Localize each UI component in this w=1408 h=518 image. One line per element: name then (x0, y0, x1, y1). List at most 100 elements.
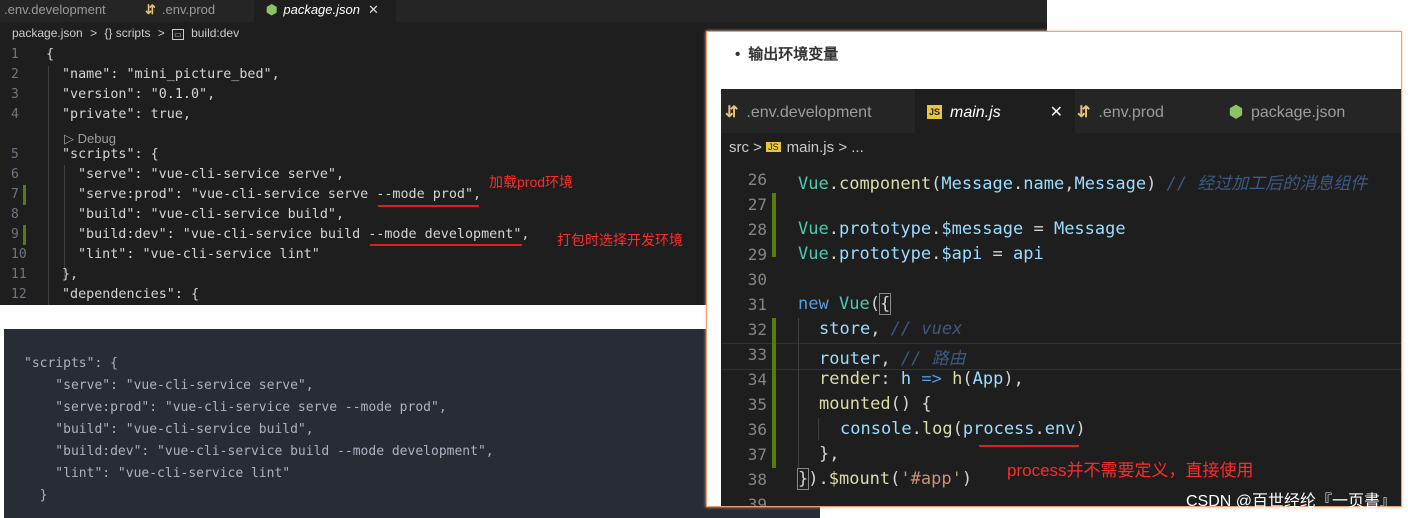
chevron-right-icon: > (753, 139, 762, 156)
editor-tab-bar: .env.development ⇵ .env.prod ⬢ package.jso… (0, 0, 1047, 22)
line-number: 7 (11, 187, 19, 202)
code-line: "scripts": { (24, 356, 118, 371)
line-number: 38 (747, 470, 767, 489)
line-number: 3 (11, 87, 19, 102)
line-number: 28 (747, 220, 767, 239)
line-number: 5 (11, 147, 19, 162)
code-line: "build:dev": "vue-cli-service build --mo… (24, 444, 494, 459)
breadcrumb-item[interactable]: {} scripts (104, 26, 150, 40)
code-line: mounted() { (819, 394, 932, 414)
code-line: new Vue({ (798, 293, 892, 315)
code-line: "build": "vue-cli-service build", (78, 207, 345, 222)
line-number: 10 (11, 247, 27, 262)
gear-icon: ⇵ (1077, 104, 1091, 121)
code-line: "version": "0.1.0", (62, 87, 216, 102)
close-icon[interactable]: ✕ (368, 2, 379, 17)
line-number: 33 (747, 345, 767, 364)
js-file-icon: JS (927, 105, 943, 119)
line-number: 29 (747, 245, 767, 264)
line-number: 11 (11, 267, 27, 282)
code-line: "lint": "vue-cli-service lint" (78, 247, 320, 262)
code-line: "serve:prod": "vue-cli-service serve --m… (24, 400, 447, 415)
code-line: Vue.prototype.$api = api (798, 244, 1044, 264)
code-line: }, (62, 267, 79, 282)
breadcrumb-item[interactable]: ... (851, 139, 864, 156)
line-number: 34 (747, 370, 767, 389)
code-line: "private": true, (62, 107, 191, 122)
code-line: } (24, 488, 48, 503)
line-number: 32 (747, 320, 767, 339)
underline-mark (370, 244, 522, 246)
code-line: "dependencies": { (62, 287, 200, 302)
code-line: console.log(process.env) (840, 419, 1086, 439)
tab-env-development[interactable]: .env.development (0, 0, 138, 22)
chevron-right-icon: > (90, 26, 98, 40)
code-line: { (46, 47, 55, 62)
tab-label: main.js (950, 104, 1001, 121)
code-line: Vue.prototype.$message = Message (798, 219, 1126, 239)
line-number: 12 (11, 287, 27, 302)
breadcrumb-item[interactable]: package.json (12, 26, 83, 40)
watermark: CSDN @百世经纶『一页書』 (1185, 493, 1396, 510)
annotation-dev: 打包时选择开发环境 (557, 232, 683, 248)
tab-package-json[interactable]: ⬢ package.json (1217, 89, 1401, 133)
underline-mark (378, 205, 479, 207)
breadcrumb: src > JS main.js > ... (729, 139, 864, 156)
debug-codelens[interactable]: ▷ Debug (64, 131, 116, 147)
gear-icon: ⇵ (725, 104, 739, 121)
line-number: 9 (11, 227, 19, 242)
code-line: "build": "vue-cli-service build", (24, 422, 314, 437)
code-line: }).$mount('#app') (796, 468, 973, 490)
tab-env-development[interactable]: ⇵ .env.development (721, 89, 915, 133)
code-line: "scripts": { (62, 147, 159, 162)
tab-label: package.json (1250, 104, 1346, 121)
code-line: "lint": "vue-cli-service lint" (24, 466, 291, 481)
annotation-process: process并不需要定义，直接使用 (1007, 461, 1254, 480)
tab-label: .env.development (746, 104, 872, 121)
line-number: 39 (747, 495, 767, 506)
symbol-icon: ▭ (172, 29, 184, 40)
code-line: "build:dev": "vue-cli-service build --mo… (78, 227, 530, 242)
chevron-right-icon: > (157, 26, 165, 40)
tab-main-js[interactable]: JS main.js ✕ (915, 89, 1075, 133)
scripts-code-block: "scripts": { "serve": "vue-cli-service s… (4, 329, 820, 518)
gear-icon: ⇵ (145, 2, 156, 17)
main-js-screenshot-panel: 输出环境变量 ⇵ .env.development JS main.js ✕ ⇵ .en… (706, 31, 1402, 507)
code-line: store, // vuex (819, 319, 963, 339)
nodejs-icon: ⬢ (266, 2, 278, 17)
breadcrumb-item[interactable]: build:dev (191, 26, 239, 40)
breadcrumb-item[interactable]: main.js (787, 139, 835, 156)
line-number: 36 (747, 420, 767, 439)
line-number: 35 (747, 395, 767, 414)
underline-mark (979, 445, 1079, 447)
line-number: 8 (11, 207, 19, 222)
tab-package-json[interactable]: ⬢ package.json ✕ (254, 0, 396, 22)
code-line: router, // 路由 (819, 349, 966, 369)
close-icon[interactable]: ✕ (1050, 89, 1063, 137)
breadcrumb-item[interactable]: src (729, 139, 749, 156)
editor-tab-bar: ⇵ .env.development JS main.js ✕ ⇵ .env.prod … (721, 89, 1401, 133)
line-number: 2 (11, 67, 19, 82)
tab-env-prod[interactable]: ⇵ .env.prod (1065, 89, 1227, 133)
code-line: render: h => h(App), (819, 369, 1024, 389)
tab-label: .env.development (4, 2, 106, 17)
tab-label: .env.prod (161, 2, 216, 17)
line-number: 1 (11, 47, 19, 62)
line-number: 37 (747, 445, 767, 464)
code-line: Vue.component(Message.name,Message) // 经… (798, 174, 1368, 194)
code-line: "name": "mini_picture_bed", (62, 67, 280, 82)
line-number: 26 (747, 170, 767, 189)
js-file-icon: JS (766, 142, 781, 152)
main-js-editor: ⇵ .env.development JS main.js ✕ ⇵ .env.prod … (721, 89, 1401, 506)
chevron-right-icon: > (838, 139, 848, 156)
line-number: 6 (11, 167, 19, 182)
nodejs-icon: ⬢ (1229, 104, 1243, 121)
tab-label: package.json (283, 2, 360, 17)
breadcrumb: package.json > {} scripts > ▭ build:dev (12, 26, 243, 40)
code-line: "serve": "vue-cli-service serve", (78, 167, 345, 182)
code-line: "serve": "vue-cli-service serve", (24, 378, 314, 393)
bullet-heading: 输出环境变量 (735, 43, 838, 64)
line-number: 4 (11, 107, 19, 122)
line-number: 30 (747, 270, 767, 289)
tab-env-prod[interactable]: ⇵ .env.prod (135, 0, 263, 22)
